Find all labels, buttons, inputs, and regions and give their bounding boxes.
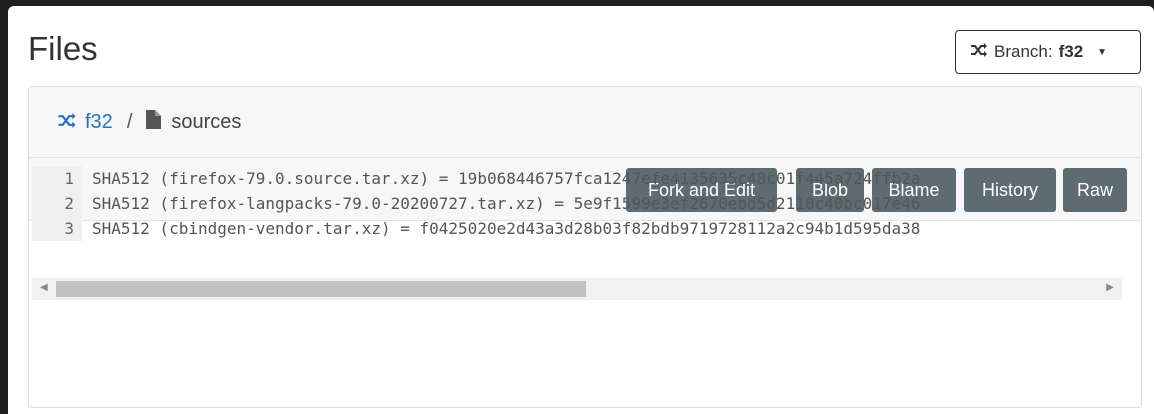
line-content: SHA512 (cbindgen-vendor.tar.xz) = f04250…	[92, 219, 921, 238]
shuffle-icon	[57, 111, 77, 134]
scroll-left-icon[interactable]: ◀	[40, 282, 48, 293]
line-number[interactable]: 1	[32, 166, 82, 191]
line-content: SHA512 (firefox-79.0.source.tar.xz) = 19…	[92, 169, 921, 188]
files-panel: Files Branch: f32 ▼ f32 / sources Fork a…	[8, 6, 1154, 414]
scroll-right-icon[interactable]: ▶	[1106, 282, 1114, 293]
breadcrumb-file: sources	[146, 109, 242, 135]
code-line: 3 SHA512 (cbindgen-vendor.tar.xz) = f042…	[32, 216, 1122, 241]
caret-down-icon: ▼	[1097, 46, 1108, 58]
branch-label-value: f32	[1058, 42, 1084, 61]
file-icon	[146, 109, 162, 135]
breadcrumb-file-label: sources	[171, 110, 242, 133]
breadcrumb: f32 / sources	[29, 87, 1141, 158]
breadcrumb-separator: /	[126, 110, 133, 133]
line-number[interactable]: 3	[32, 216, 82, 241]
shuffle-icon	[970, 42, 988, 62]
code-line: 1 SHA512 (firefox-79.0.source.tar.xz) = …	[32, 166, 1122, 191]
scrollbar-thumb[interactable]	[56, 281, 586, 297]
breadcrumb-branch-link[interactable]: f32	[57, 111, 113, 134]
branch-selector-button[interactable]: Branch: f32 ▼	[955, 30, 1141, 74]
code-line: 2 SHA512 (firefox-langpacks-79.0-2020072…	[32, 191, 1122, 216]
branch-label-prefix: Branch:	[994, 42, 1053, 61]
line-number[interactable]: 2	[32, 191, 82, 216]
page-title: Files	[28, 30, 98, 67]
line-content: SHA512 (firefox-langpacks-79.0-20200727.…	[92, 194, 921, 213]
breadcrumb-branch-label: f32	[85, 110, 113, 133]
code-view: 1 SHA512 (firefox-79.0.source.tar.xz) = …	[32, 166, 1122, 286]
horizontal-scrollbar[interactable]: ◀ ▶	[32, 278, 1122, 300]
